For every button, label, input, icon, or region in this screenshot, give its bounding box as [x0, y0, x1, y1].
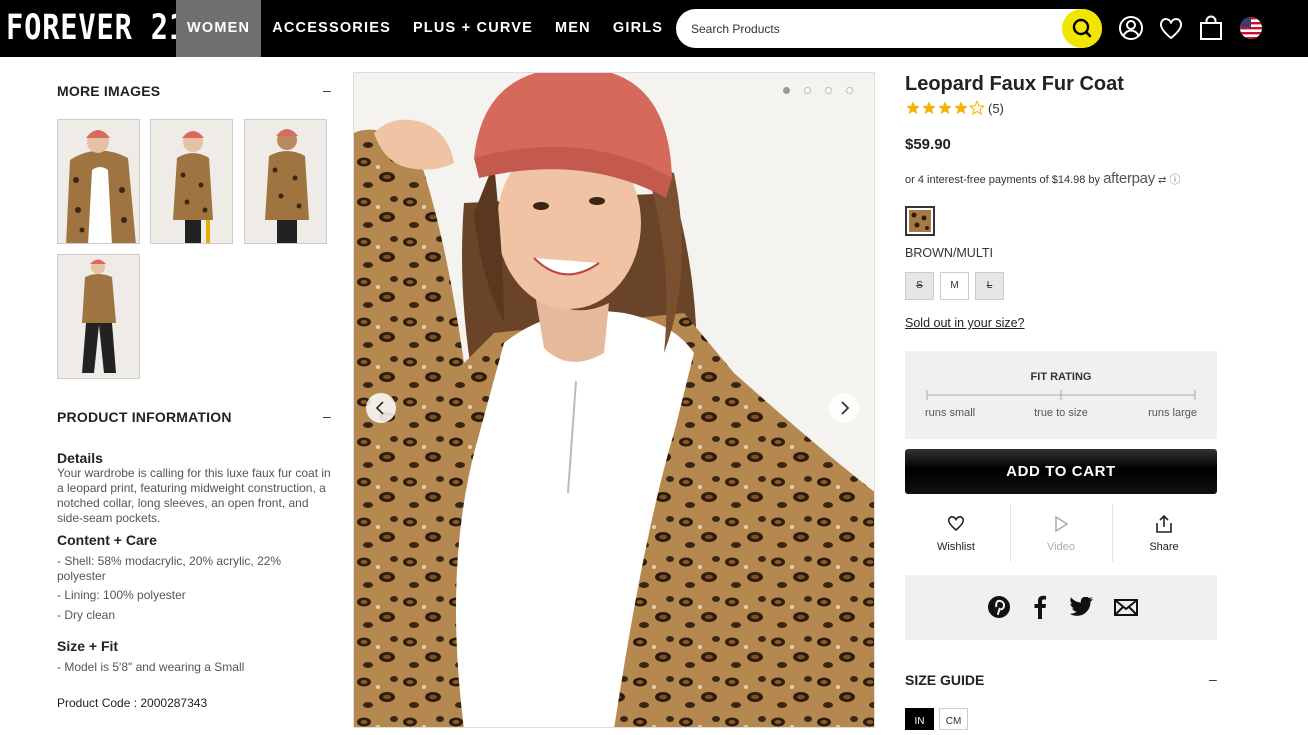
thumbnail-image: [58, 120, 139, 243]
carousel-prev-button[interactable]: [366, 393, 396, 423]
details-text: Your wardrobe is calling for this luxe f…: [57, 466, 331, 525]
action-divider: [1112, 504, 1113, 562]
search-input[interactable]: [691, 19, 1051, 39]
details-heading: Details: [57, 450, 103, 466]
star-filled-icon: [954, 101, 968, 114]
pinterest-icon[interactable]: [987, 595, 1011, 619]
main-product-image: [353, 72, 875, 728]
heart-icon[interactable]: [1157, 14, 1185, 42]
thumbnail-image: [58, 255, 139, 378]
size-option-m[interactable]: M: [940, 272, 969, 300]
unit-toggle-cm[interactable]: CM: [939, 708, 968, 730]
sold-out-in-size-link[interactable]: Sold out in your size?: [905, 316, 1025, 330]
shopping-bag-icon[interactable]: [1197, 14, 1225, 42]
facebook-icon[interactable]: [1032, 595, 1048, 619]
product-thumbnail-4[interactable]: [57, 254, 140, 379]
share-button[interactable]: Share: [1114, 504, 1214, 564]
carousel-dot-1[interactable]: [783, 87, 790, 94]
product-title: Leopard Faux Fur Coat: [905, 73, 1124, 95]
unit-toggle-in[interactable]: IN: [905, 708, 934, 730]
size-fit-line: - Model is 5'8" and wearing a Small: [57, 660, 245, 674]
model-photo: [354, 73, 874, 727]
star-empty-icon: [969, 100, 985, 116]
afterpay-message: or 4 interest-free payments of $14.98 by…: [905, 170, 1180, 187]
info-icon[interactable]: ⓘ: [1169, 174, 1180, 186]
search-icon: [1072, 18, 1092, 38]
nav-women[interactable]: WOMEN: [176, 0, 262, 57]
chevron-right-icon: [841, 401, 850, 415]
carousel-dot-3[interactable]: [825, 87, 832, 94]
collapse-size-guide-button[interactable]: –: [1209, 671, 1217, 687]
thumbnail-image: [245, 120, 326, 243]
play-icon: [1055, 515, 1069, 533]
content-line-shell: - Shell: 58% modacrylic, 20% acrylic, 22…: [57, 554, 282, 583]
search-bar: [676, 9, 1102, 48]
review-count[interactable]: (5): [988, 101, 1004, 116]
us-flag-icon[interactable]: [1237, 14, 1265, 42]
twitter-icon[interactable]: [1070, 597, 1094, 617]
top-navigation-bar: FOREVER 21 WOMEN ACCESSORIES PLUS + CURV…: [0, 0, 1308, 57]
afterpay-logo: afterpay: [1103, 170, 1155, 187]
video-label: Video: [1047, 541, 1075, 553]
carousel-dot-2[interactable]: [804, 87, 811, 94]
product-thumbnail-2[interactable]: [150, 119, 233, 244]
carousel-next-button[interactable]: [829, 393, 859, 423]
fit-label-runs-large: runs large: [1148, 407, 1197, 419]
leopard-swatch-image: [909, 210, 931, 232]
fit-rating-scale: [926, 390, 1196, 400]
more-images-heading: MORE IMAGES: [57, 83, 161, 99]
carousel-dot-4[interactable]: [846, 87, 853, 94]
nav-accessories[interactable]: ACCESSORIES: [261, 0, 402, 57]
email-icon[interactable]: [1114, 599, 1138, 616]
account-icon[interactable]: [1117, 14, 1145, 42]
collapse-product-info-button[interactable]: –: [323, 408, 331, 424]
afterpay-logo-mark: ⇄: [1158, 175, 1167, 186]
size-option-s[interactable]: S: [905, 272, 934, 300]
size-fit-heading: Size + Fit: [57, 638, 119, 654]
size-option-l[interactable]: L: [975, 272, 1004, 300]
share-icon: [1156, 514, 1172, 533]
star-filled-icon: [906, 101, 920, 114]
content-care-heading: Content + Care: [57, 532, 157, 548]
product-code: Product Code : 2000287343: [57, 696, 208, 710]
share-label: Share: [1149, 541, 1179, 553]
selected-color-name: BROWN/MULTI: [905, 246, 993, 260]
star-rating[interactable]: [905, 99, 985, 117]
star-filled-icon: [922, 101, 936, 114]
forever21-logo[interactable]: FOREVER 21: [6, 8, 187, 48]
size-guide-heading: SIZE GUIDE: [905, 672, 985, 688]
nav-men[interactable]: MEN: [544, 0, 602, 57]
fit-rating-panel: FIT RATING runs small true to size runs …: [905, 351, 1217, 439]
content-line-lining: - Lining: 100% polyester: [57, 588, 186, 602]
social-share-panel: [905, 575, 1217, 640]
product-thumbnail-1[interactable]: [57, 119, 140, 244]
product-thumbnail-3[interactable]: [244, 119, 327, 244]
wishlist-button[interactable]: Wishlist: [906, 504, 1006, 564]
add-to-cart-button[interactable]: ADD TO CART: [905, 449, 1217, 494]
content-line-care: - Dry clean: [57, 608, 116, 622]
star-filled-icon: [938, 101, 952, 114]
chevron-left-icon: [375, 401, 384, 415]
search-button[interactable]: [1062, 9, 1102, 48]
main-nav: WOMEN ACCESSORIES PLUS + CURVE MEN GIRLS…: [176, 0, 740, 57]
nav-girls[interactable]: GIRLS: [602, 0, 674, 57]
collapse-more-images-button[interactable]: –: [323, 82, 331, 98]
wishlist-label: Wishlist: [937, 541, 975, 553]
afterpay-text: or 4 interest-free payments of $14.98 by: [905, 174, 1101, 186]
heart-icon: [947, 516, 965, 532]
thumbnail-image: [151, 120, 232, 243]
video-button[interactable]: Video: [1011, 504, 1111, 564]
product-price: $59.90: [905, 136, 951, 153]
fit-rating-title: FIT RATING: [1030, 371, 1092, 383]
nav-plus-curve[interactable]: PLUS + CURVE: [402, 0, 544, 57]
product-information-heading: PRODUCT INFORMATION: [57, 409, 232, 425]
color-swatch-leopard[interactable]: [905, 206, 935, 236]
